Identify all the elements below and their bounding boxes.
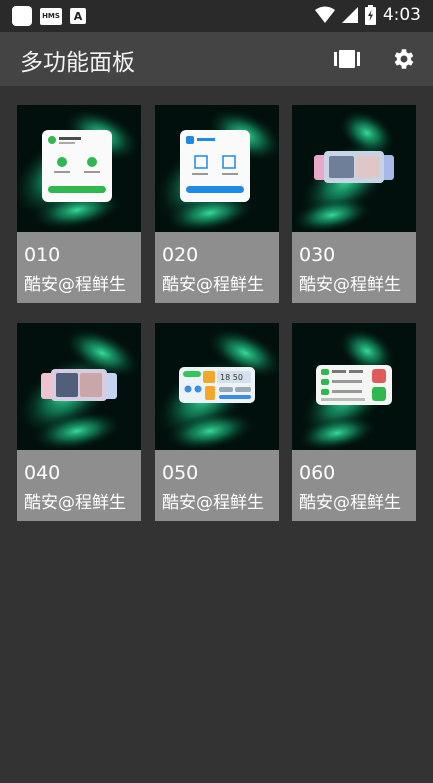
panel-label-010: 010 酷安@程鲜生 (17, 232, 141, 303)
carousel-view-icon[interactable] (333, 45, 361, 73)
hms-icon: HMS (40, 7, 62, 25)
panel-number: 040 (24, 462, 61, 484)
app-bar: 多功能面板 (0, 32, 433, 86)
panel-card-040[interactable]: 040 酷安@程鲜生 (17, 323, 141, 521)
panel-label-060: 060 酷安@程鲜生 (292, 450, 416, 521)
panel-author: 酷安@程鲜生 (162, 275, 264, 295)
panel-number: 030 (299, 244, 336, 266)
toggles-panel-preview (316, 365, 392, 405)
panel-card-020[interactable]: 020 酷安@程鲜生 (155, 105, 279, 303)
panel-card-060[interactable]: 060 酷安@程鲜生 (292, 323, 416, 521)
wechat-panel-preview (42, 130, 112, 202)
panel-label-020: 020 酷安@程鲜生 (155, 232, 279, 303)
panel-author: 酷安@程鲜生 (299, 275, 401, 295)
panel-label-040: 040 酷安@程鲜生 (17, 450, 141, 521)
panel-number: 050 (162, 462, 199, 484)
panel-preview-040 (17, 323, 141, 450)
signal-icon (341, 7, 358, 23)
wifi-icon (314, 6, 335, 23)
panel-number: 060 (299, 462, 336, 484)
panel-author: 酷安@程鲜生 (24, 275, 126, 295)
photo-carousel-preview (314, 151, 394, 183)
settings-gear-icon[interactable] (389, 45, 417, 73)
panel-preview-060 (292, 323, 416, 450)
control-center-preview: 18 50 (179, 367, 255, 403)
alipay-panel-preview (180, 130, 250, 202)
svg-text:18 50: 18 50 (220, 373, 243, 382)
panel-preview-030 (292, 105, 416, 232)
battery-charging-icon (364, 5, 376, 25)
clock-time: 4:03 (382, 5, 421, 25)
panel-preview-010 (17, 105, 141, 232)
panel-author: 酷安@程鲜生 (24, 493, 126, 513)
panel-card-010[interactable]: 010 酷安@程鲜生 (17, 105, 141, 303)
panel-card-050[interactable]: 18 50 050 酷安@程鲜生 (155, 323, 279, 521)
panel-author: 酷安@程鲜生 (162, 493, 264, 513)
panel-number: 010 (24, 244, 61, 266)
panel-label-030: 030 酷安@程鲜生 (292, 232, 416, 303)
status-bar: HMS A 4:03 (0, 0, 433, 32)
a-icon: A (70, 8, 86, 24)
square-app-icon (12, 6, 32, 26)
panel-author: 酷安@程鲜生 (299, 493, 401, 513)
panel-label-050: 050 酷安@程鲜生 (155, 450, 279, 521)
panel-number: 020 (162, 244, 199, 266)
page-title: 多功能面板 (20, 50, 135, 76)
photo-stack-preview (41, 369, 117, 401)
panel-preview-020 (155, 105, 279, 232)
panel-card-030[interactable]: 030 酷安@程鲜生 (292, 105, 416, 303)
panel-preview-050: 18 50 (155, 323, 279, 450)
